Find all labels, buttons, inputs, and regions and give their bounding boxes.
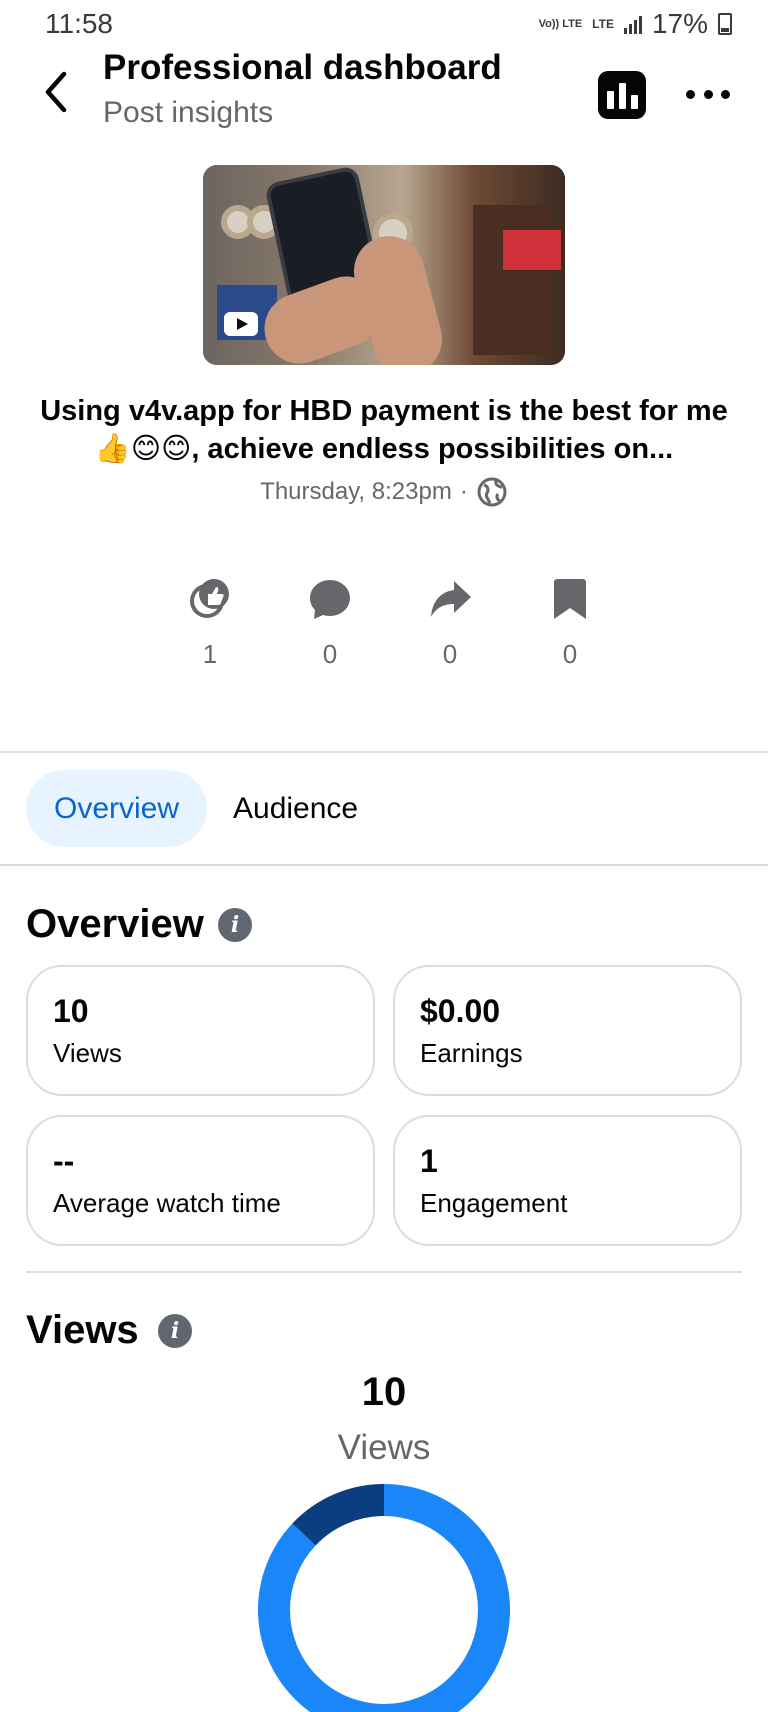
views-donut-chart: [258, 1484, 510, 1712]
app-header: Professional dashboard Post insights: [0, 44, 768, 140]
metric-card-views[interactable]: 10 Views: [26, 965, 375, 1096]
video-play-icon: [224, 312, 258, 336]
post-thumbnail[interactable]: [203, 165, 565, 365]
shares-count: 0: [442, 639, 458, 669]
post-caption: Using v4v.app for HBD payment is the bes…: [40, 395, 728, 465]
metric-label: Earnings: [420, 1038, 523, 1068]
metric-label: Average watch time: [53, 1188, 281, 1218]
info-icon[interactable]: i: [218, 908, 252, 942]
saves-stat[interactable]: 0: [510, 575, 630, 670]
globe-icon: [477, 477, 507, 507]
saves-count: 0: [562, 639, 578, 669]
signal-icon: [623, 14, 642, 34]
reactions-count: 1: [202, 639, 218, 669]
divider: [0, 751, 768, 753]
views-total: 10: [361, 1370, 407, 1414]
status-time: 11:58: [45, 8, 113, 39]
page-title: Professional dashboard: [103, 48, 502, 87]
bookmark-icon: [546, 575, 594, 623]
reactions-stat[interactable]: 1: [150, 575, 270, 670]
insights-chart-button[interactable]: [598, 71, 646, 119]
more-options-button[interactable]: [686, 82, 730, 106]
metric-card-engagement[interactable]: 1 Engagement: [393, 1115, 742, 1246]
metric-value: --: [53, 1143, 75, 1179]
metric-value: 10: [53, 993, 89, 1029]
info-icon[interactable]: i: [158, 1314, 192, 1348]
battery-percent: 17%: [651, 8, 708, 39]
back-button[interactable]: [40, 68, 76, 116]
post-time: Thursday, 8:23pm: [260, 478, 452, 505]
comments-count: 0: [322, 639, 338, 669]
battery-icon: [718, 13, 732, 35]
meta-separator: ·: [459, 478, 468, 505]
lte-indicator: LTE: [592, 17, 614, 31]
tab-overview[interactable]: Overview: [26, 770, 207, 847]
tab-audience[interactable]: Audience: [233, 770, 358, 847]
metric-card-earnings[interactable]: $0.00 Earnings: [393, 965, 742, 1096]
comments-stat[interactable]: 0: [270, 575, 390, 670]
metric-label: Views: [53, 1038, 122, 1068]
bar-chart-icon: [606, 91, 614, 109]
share-icon: [426, 575, 474, 623]
metric-value: 1: [420, 1143, 438, 1179]
page-subtitle: Post insights: [103, 96, 274, 129]
volte-indicator: Vo)) LTE: [538, 17, 583, 30]
reactions-icon: [186, 575, 234, 623]
views-total-label: Views: [337, 1428, 431, 1467]
views-heading: Views: [26, 1308, 139, 1352]
status-icons: Vo)) LTE LTE 17%: [539, 8, 732, 40]
engagement-row: 1 0 0 0: [150, 575, 630, 670]
divider: [26, 1271, 742, 1273]
divider: [0, 864, 768, 866]
comment-icon: [306, 575, 354, 623]
metric-card-average-watch-time[interactable]: -- Average watch time: [26, 1115, 375, 1246]
metric-value: $0.00: [420, 993, 501, 1029]
metric-label: Engagement: [420, 1188, 568, 1218]
status-bar: 11:58 Vo)) LTE LTE 17%: [0, 0, 768, 50]
overview-heading: Overview: [26, 902, 204, 946]
shares-stat[interactable]: 0: [390, 575, 510, 670]
post-meta: Thursday, 8:23pm ·: [0, 476, 768, 508]
back-arrow-icon: [45, 71, 67, 113]
